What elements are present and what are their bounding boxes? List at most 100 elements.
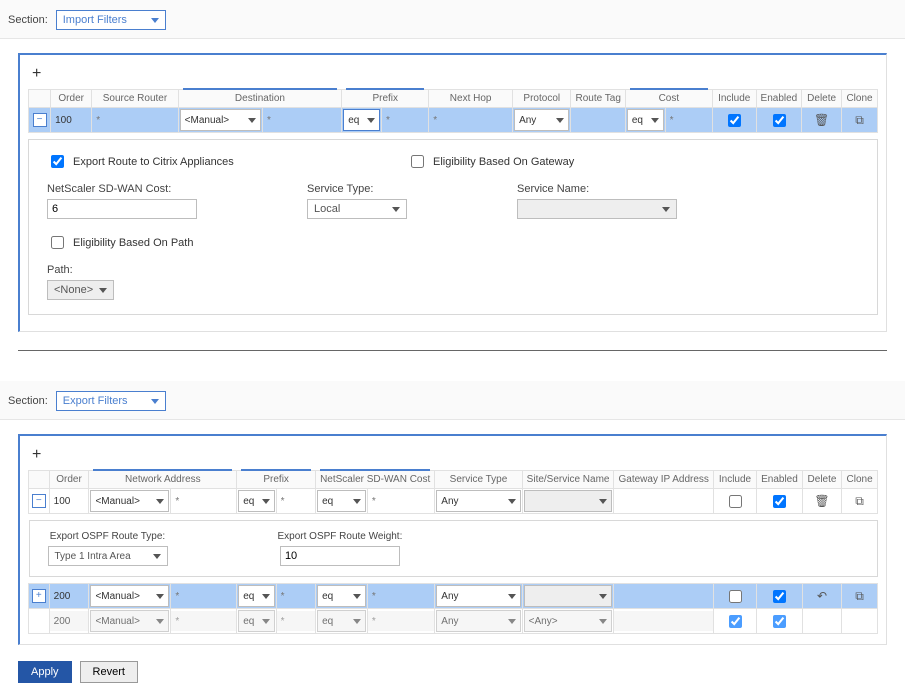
import-filters-table: Order Source Router Destination Prefix N… — [28, 89, 878, 133]
action-buttons: Apply Revert — [0, 651, 905, 699]
service-name-label: Service Name: — [517, 183, 677, 195]
eligibility-path-label: Eligibility Based On Path — [73, 237, 193, 249]
hdr-sdwan-cost[interactable]: NetScaler SD-WAN Cost — [316, 471, 435, 489]
prefix-op-select[interactable]: eq — [238, 585, 274, 607]
revert-icon[interactable]: ↶ — [817, 589, 827, 603]
sdwan-cost-field: NetScaler SD-WAN Cost: — [47, 183, 197, 219]
service-type-select[interactable]: Any — [436, 610, 520, 632]
hdr-prefix[interactable]: Prefix — [342, 90, 429, 108]
prefix-input[interactable] — [277, 611, 315, 631]
sdwan-cost-input[interactable] — [47, 199, 197, 219]
include-checkbox[interactable] — [729, 590, 742, 603]
prefix-input[interactable] — [277, 491, 315, 511]
sdwan-cost-label: NetScaler SD-WAN Cost: — [47, 183, 197, 195]
protocol-select[interactable]: Any — [514, 109, 569, 131]
gateway-ip-input[interactable] — [614, 586, 712, 606]
prefix-op-select[interactable]: eq — [238, 490, 274, 512]
ospf-route-weight-input[interactable] — [280, 546, 400, 566]
route-tag-input[interactable] — [571, 110, 624, 130]
cost-input[interactable] — [368, 611, 434, 631]
path-field: Path: <None> — [47, 264, 859, 300]
hdr-enabled: Enabled — [757, 471, 803, 489]
add-import-filter-button[interactable]: + — [28, 65, 878, 89]
section-select-import[interactable]: Import Filters — [56, 10, 166, 30]
export-filters-panel: + Order Network Address Prefix NetScaler… — [18, 434, 887, 645]
row-toggle[interactable]: − — [29, 108, 51, 133]
revert-button[interactable]: Revert — [80, 661, 138, 683]
eligibility-path-checkbox[interactable] — [51, 236, 64, 249]
netaddr-select[interactable]: <Manual> — [90, 585, 169, 607]
hdr-delete: Delete — [802, 90, 842, 108]
enabled-checkbox[interactable] — [773, 615, 786, 628]
site-service-select[interactable] — [524, 490, 613, 512]
delete-icon[interactable]: 🗑 — [814, 494, 829, 508]
export-citrix-checkbox[interactable] — [51, 155, 64, 168]
destination-select[interactable]: <Manual> — [180, 109, 261, 131]
enabled-checkbox[interactable] — [773, 114, 786, 127]
source-router-input[interactable] — [92, 110, 177, 130]
service-type-select[interactable]: Local — [307, 199, 407, 219]
enabled-checkbox[interactable] — [773, 590, 786, 603]
export-row-1: − <Manual> eq eq Any 🗑 ⧉ — [29, 489, 878, 514]
prefix-input[interactable] — [382, 110, 428, 130]
netaddr-input[interactable] — [171, 586, 236, 606]
ospf-route-type-select[interactable]: Type 1 Intra Area — [48, 546, 168, 566]
clone-icon[interactable]: ⧉ — [855, 113, 864, 128]
service-name-select[interactable] — [517, 199, 677, 219]
hdr-delete: Delete — [802, 471, 841, 489]
cost-input[interactable] — [666, 110, 712, 130]
hdr-cost[interactable]: Cost — [625, 90, 712, 108]
apply-button[interactable]: Apply — [18, 661, 72, 683]
netaddr-input[interactable] — [171, 491, 236, 511]
export-row1-details: Export OSPF Route Type: Type 1 Intra Are… — [29, 520, 878, 577]
site-service-select[interactable] — [524, 585, 613, 607]
path-select[interactable]: <None> — [47, 280, 114, 300]
netaddr-select[interactable]: <Manual> — [90, 490, 169, 512]
export-filters-table: Order Network Address Prefix NetScaler S… — [28, 470, 878, 634]
hdr-network-address[interactable]: Network Address — [89, 471, 237, 489]
row-toggle[interactable]: + — [29, 584, 50, 609]
hdr-prefix[interactable]: Prefix — [237, 471, 316, 489]
cost-op-select[interactable]: eq — [317, 610, 366, 632]
delete-icon[interactable]: 🗑 — [814, 113, 829, 127]
section-select-export[interactable]: Export Filters — [56, 391, 166, 411]
service-type-select[interactable]: Any — [436, 490, 520, 512]
include-checkbox[interactable] — [729, 495, 742, 508]
order-input[interactable] — [51, 110, 91, 130]
order-input[interactable] — [50, 491, 89, 511]
cost-op-select[interactable]: eq — [317, 490, 366, 512]
netaddr-input[interactable] — [171, 611, 236, 631]
destination-input[interactable] — [263, 110, 341, 130]
gateway-ip-input[interactable] — [614, 611, 712, 631]
netaddr-select[interactable]: <Manual> — [90, 610, 169, 632]
order-input[interactable] — [50, 586, 89, 606]
hdr-source-router: Source Router — [92, 90, 178, 108]
add-export-filter-button[interactable]: + — [28, 446, 878, 470]
cost-input[interactable] — [368, 586, 434, 606]
site-service-select[interactable]: <Any> — [524, 610, 613, 632]
import-row-1: − <Manual> eq Any eq 🗑 ⧉ — [29, 108, 878, 133]
prefix-op-select[interactable]: eq — [343, 109, 380, 131]
cost-op-select[interactable]: eq — [317, 585, 366, 607]
enabled-checkbox[interactable] — [773, 495, 786, 508]
cost-input[interactable] — [368, 491, 434, 511]
hdr-destination[interactable]: Destination — [178, 90, 342, 108]
prefix-input[interactable] — [277, 586, 315, 606]
order-input[interactable] — [50, 611, 89, 631]
clone-icon[interactable]: ⧉ — [855, 589, 864, 604]
include-checkbox[interactable] — [729, 615, 742, 628]
hdr-clone: Clone — [842, 90, 878, 108]
section-label: Section: — [8, 14, 48, 26]
prefix-op-select[interactable]: eq — [238, 610, 274, 632]
import-header-row: Order Source Router Destination Prefix N… — [29, 90, 878, 108]
hdr-protocol: Protocol — [513, 90, 571, 108]
row-toggle[interactable]: − — [29, 489, 50, 514]
clone-icon[interactable]: ⧉ — [855, 494, 864, 509]
next-hop-input[interactable] — [429, 110, 512, 130]
gateway-ip-input[interactable] — [614, 491, 712, 511]
cost-op-select[interactable]: eq — [627, 109, 664, 131]
include-checkbox[interactable] — [728, 114, 741, 127]
service-type-select[interactable]: Any — [436, 585, 520, 607]
eligibility-gateway-checkbox[interactable] — [411, 155, 424, 168]
section-label: Section: — [8, 395, 48, 407]
